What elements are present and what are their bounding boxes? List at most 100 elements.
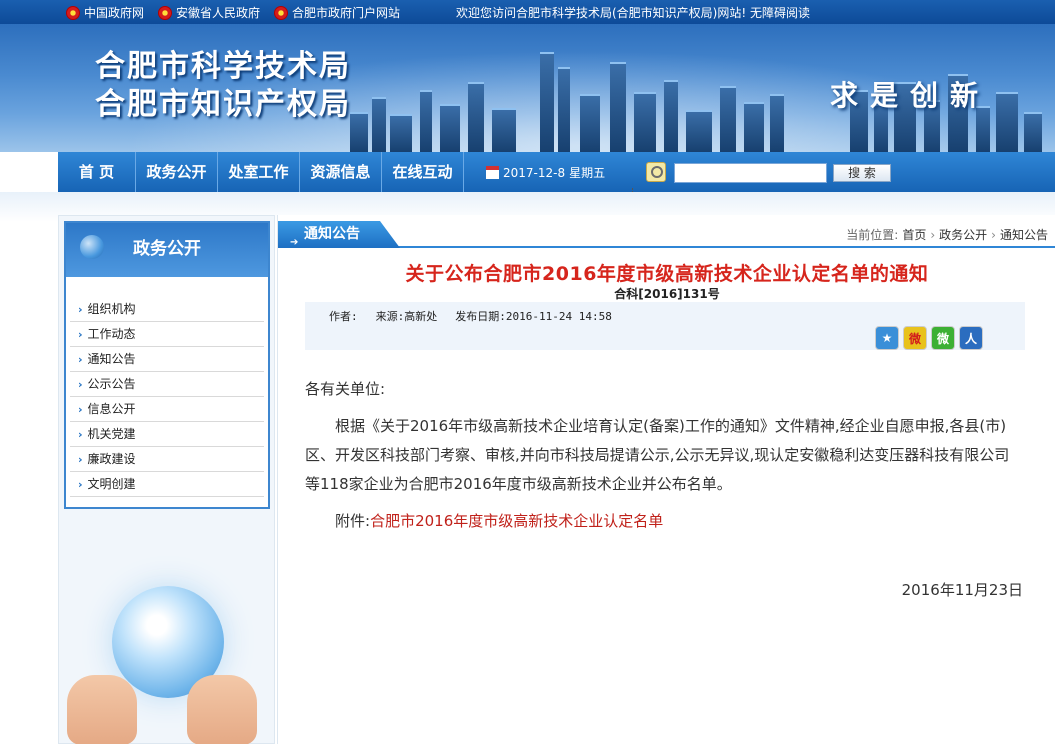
breadcrumb: 当前位置: 首页 › 政务公开 › 通知公告 (846, 226, 1048, 243)
attachment-link[interactable]: 合肥市2016年度市级高新技术企业认定名单 (370, 512, 663, 530)
chevron-right-icon: › (78, 327, 83, 341)
building (996, 92, 1018, 152)
main-nav: 首 页 政务公开 处室工作 资源信息 在线互动 2017-12-8 星期五 搜 … (58, 152, 1055, 192)
nav-date: 2017-12-8 星期五 (486, 164, 605, 181)
tab-label: 通知公告 (304, 226, 360, 242)
nav-item-interaction[interactable]: 在线互动 (382, 152, 464, 192)
building (1024, 112, 1042, 152)
building (664, 80, 678, 152)
sidebar-item-label: 文明创建 (87, 476, 136, 491)
sidebar-item-integrity[interactable]: › 廉政建设 (70, 447, 264, 472)
top-link-gov-cn[interactable]: 中国政府网 (66, 4, 144, 21)
hand-decoration-image (187, 675, 257, 744)
site-title-line1: 合肥市科学技术局 (95, 49, 351, 84)
building (468, 82, 484, 152)
breadcrumb-home[interactable]: 首页 (902, 226, 926, 243)
building (634, 92, 656, 152)
search-input[interactable] (674, 163, 827, 183)
top-link-label: 中国政府网 (84, 6, 145, 20)
left-sidebar: 政务公开 › 组织机构 › 工作动态 › 通知公告 › 公示公告 › 信息公开 › 机关党建… (58, 215, 275, 744)
sidebar-item-work-news[interactable]: › 工作动态 (70, 322, 264, 347)
sidebar-title: 政务公开 (133, 239, 201, 259)
sidebar-item-info-disclosure[interactable]: › 信息公开 (70, 397, 264, 422)
national-emblem-icon (274, 5, 289, 20)
sidebar-item-organization[interactable]: › 组织机构 (70, 297, 264, 322)
favorite-icon[interactable]: ★ (875, 326, 899, 350)
national-emblem-icon (66, 5, 80, 20)
top-bar: 中国政府网 安徽省人民政府 合肥市政府门户网站 欢迎您访问合肥市科学技术局(合肥… (0, 0, 1055, 24)
building (558, 67, 570, 152)
sidebar-item-label: 廉政建设 (87, 451, 136, 466)
chevron-right-icon: › (78, 352, 83, 366)
building (540, 52, 554, 152)
chevron-right-icon: › (78, 427, 83, 441)
meta-published: 发布日期:2016-11-24 14:58 (455, 310, 612, 323)
welcome-text[interactable]: 欢迎您访问合肥市科学技术局(合肥市知识产权局)网站! 无障碍阅读 (456, 4, 810, 21)
national-emblem-icon (158, 5, 173, 20)
sidebar-item-civilization[interactable]: › 文明创建 (70, 472, 264, 497)
article-paragraph: 根据《关于2016年市级高新技术企业培育认定(备案)工作的通知》文件精神,经企业… (305, 417, 1010, 493)
building (420, 90, 432, 152)
weibo-icon[interactable]: 微 (903, 326, 927, 350)
chevron-right-icon: › (78, 402, 83, 416)
sidebar-item-label: 组织机构 (87, 301, 136, 316)
building (350, 112, 368, 152)
building (372, 97, 386, 152)
renren-icon[interactable]: 人 (959, 326, 983, 350)
nav-item-home[interactable]: 首 页 (58, 152, 136, 192)
sidebar-item-label: 通知公告 (87, 351, 136, 366)
chevron-right-icon: › (930, 227, 936, 242)
arrow-icon: ➔ (290, 237, 299, 248)
wechat-icon[interactable]: 微 (931, 326, 955, 350)
sidebar-item-publicity[interactable]: › 公示公告 (70, 372, 264, 397)
sidebar-item-notices[interactable]: › 通知公告 (70, 347, 264, 372)
building (770, 94, 784, 152)
article-meta: 作者: 来源:高新处 发布日期:2016-11-24 14:58 ★ 微 微 人 (305, 302, 1025, 350)
building (390, 114, 412, 152)
meta-line: 作者: 来源:高新处 发布日期:2016-11-24 14:58 (329, 308, 612, 324)
article-title: 关于公布合肥市2016年度市级高新技术企业认定名单的通知 (405, 263, 929, 285)
top-link-label: 合肥市政府门户网站 (292, 6, 401, 20)
site-title: 合肥市科学技术局 合肥市知识产权局 (95, 48, 351, 124)
search-button[interactable]: 搜 索 (833, 164, 891, 182)
chevron-right-icon: › (78, 452, 83, 466)
top-links: 中国政府网 安徽省人民政府 合肥市政府门户网站 (66, 4, 400, 21)
nav-item-dept-work[interactable]: 处室工作 (218, 152, 300, 192)
sidebar-item-label: 机关党建 (87, 426, 136, 441)
sidebar-menu: › 组织机构 › 工作动态 › 通知公告 › 公示公告 › 信息公开 › 机关党建 › 廉政建… (70, 297, 264, 497)
nav-weekday: 星期五 (569, 166, 606, 180)
sidebar-header: 政务公开 (66, 223, 268, 277)
meta-author: 作者: (329, 310, 358, 323)
nav-item-resources[interactable]: 资源信息 (300, 152, 382, 192)
sidebar-item-label: 工作动态 (87, 326, 136, 341)
chevron-right-icon: › (78, 302, 83, 316)
breadcrumb-prefix: 当前位置: (846, 228, 899, 242)
chevron-right-icon: › (78, 477, 83, 491)
breadcrumb-notices[interactable]: 通知公告 (1000, 226, 1048, 243)
share-toolbar: ★ 微 微 人 (875, 326, 983, 350)
sidebar-menu-box: 政务公开 › 组织机构 › 工作动态 › 通知公告 › 公示公告 › 信息公开 › 机关党建… (64, 221, 270, 509)
building (720, 86, 736, 152)
building (492, 108, 516, 152)
attachment-line: 附件:合肥市2016年度市级高新技术企业认定名单 (305, 507, 1023, 536)
building (610, 62, 626, 152)
meta-source: 来源:高新处 (375, 310, 438, 323)
section-tabbar: ➔ 通知公告 当前位置: 首页 › 政务公开 › 通知公告 (278, 221, 1055, 248)
top-link-label: 安徽省人民政府 (176, 6, 261, 20)
nav-date-value: 2017-12-8 (503, 165, 566, 180)
tab-notices[interactable]: ➔ 通知公告 (278, 221, 400, 248)
article-salutation: 各有关单位: (305, 380, 386, 398)
calendar-icon (486, 166, 499, 179)
search-icon (646, 162, 666, 182)
top-link-anhui-gov[interactable]: 安徽省人民政府 (158, 4, 260, 21)
sidebar-item-party-building[interactable]: › 机关党建 (70, 422, 264, 447)
hand-decoration-image (67, 675, 137, 744)
chevron-right-icon: › (78, 377, 83, 391)
breadcrumb-gov-affairs[interactable]: 政务公开 (939, 226, 987, 243)
article-panel: ➔ 通知公告 当前位置: 首页 › 政务公开 › 通知公告 关于公布合肥市201… (277, 215, 1055, 744)
article-body: 各有关单位: 根据《关于2016年市级高新技术企业培育认定(备案)工作的通知》文… (305, 375, 1023, 536)
sidebar-item-label: 公示公告 (87, 376, 136, 391)
top-link-hefei-portal[interactable]: 合肥市政府门户网站 (274, 4, 400, 21)
site-banner: 合肥市科学技术局 合肥市知识产权局 求是创新 (0, 24, 1055, 152)
nav-item-gov-affairs[interactable]: 政务公开 (136, 152, 218, 192)
